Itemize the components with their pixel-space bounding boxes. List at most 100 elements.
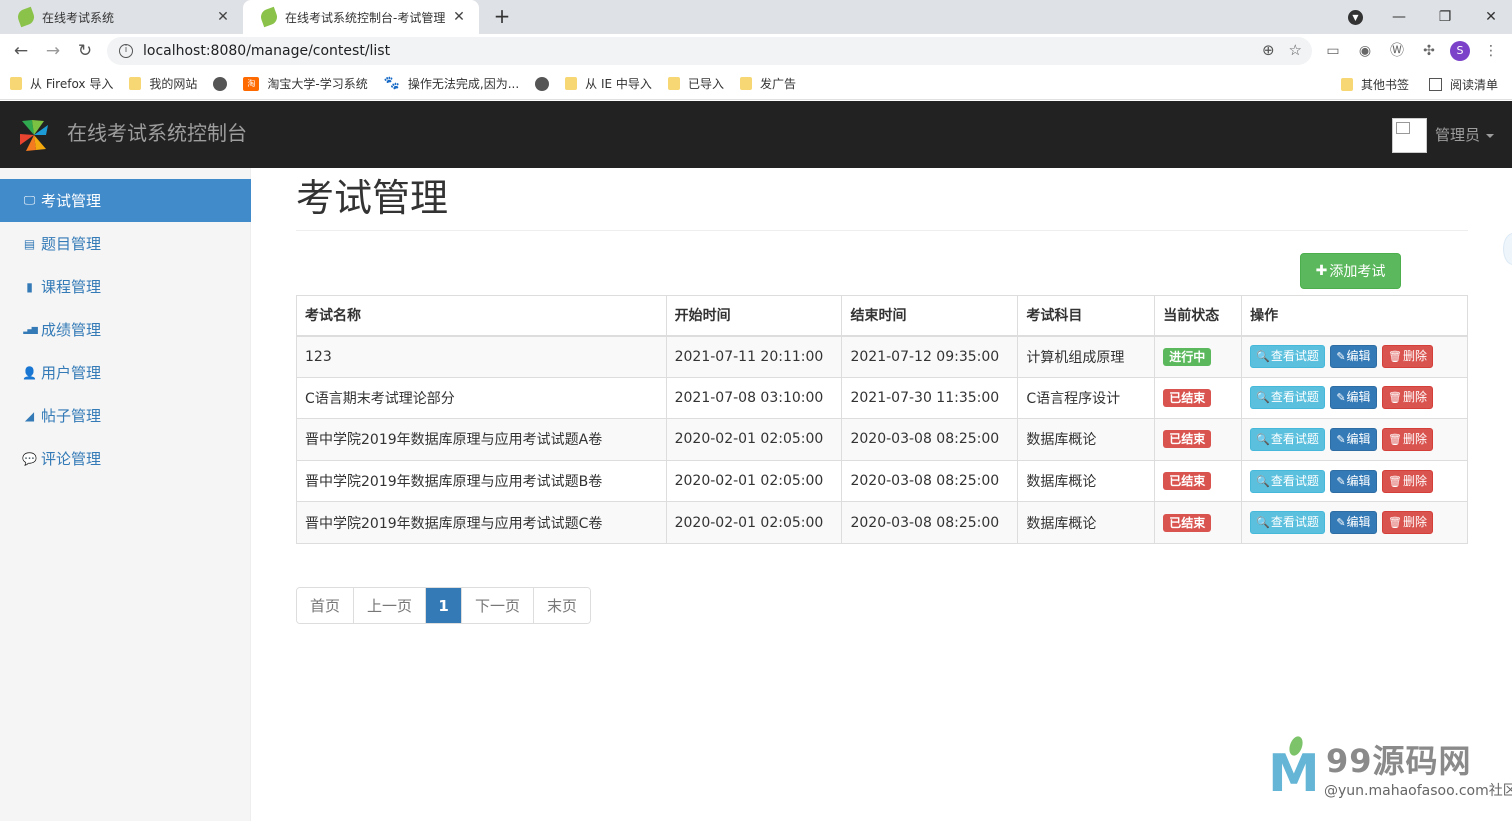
bookmark-item[interactable]: 淘淘宝大学-学习系统 [243, 75, 368, 92]
browser-tab-1[interactable]: 在线考试系统 ✕ [0, 0, 243, 34]
bookmark-item[interactable]: 从 Firefox 导入 [10, 75, 113, 92]
cell-subject: 数据库概论 [1017, 459, 1156, 503]
watermark-subtitle: @yun.mahaofasoo.com社区 [1324, 783, 1512, 799]
folder-icon [129, 77, 142, 90]
cell-start: 2021-07-11 20:11:00 [665, 335, 843, 378]
view-questions-button[interactable]: 🔍查看试题 [1250, 386, 1325, 410]
col-header-subject: 考试科目 [1017, 295, 1156, 337]
forward-icon[interactable]: → [37, 41, 69, 61]
maximize-icon[interactable]: ❐ [1422, 9, 1468, 25]
book-icon: ▮ [26, 279, 33, 294]
view-questions-button[interactable]: 🔍查看试题 [1250, 511, 1325, 535]
url-text: localhost:8080/manage/contest/list [143, 43, 391, 59]
w-extension-icon[interactable]: Ⓦ [1386, 40, 1408, 62]
delete-button[interactable]: 🗑删除 [1382, 427, 1433, 451]
delete-button[interactable]: 🗑删除 [1382, 386, 1433, 410]
sidebar-item-users[interactable]: 👤 用户管理 [0, 351, 251, 394]
search-icon: 🔍 [1256, 474, 1270, 488]
menu-icon[interactable]: ⋮ [1480, 40, 1502, 62]
minimize-icon[interactable]: — [1376, 9, 1422, 25]
cell-subject: 数据库概论 [1017, 418, 1156, 461]
bookmark-item[interactable]: 发广告 [739, 75, 796, 92]
edit-button[interactable]: ✎编辑 [1330, 345, 1377, 369]
profile-avatar[interactable]: S [1450, 41, 1470, 61]
cell-end: 2021-07-12 09:35:00 [841, 335, 1019, 378]
edit-button[interactable]: ✎编辑 [1330, 511, 1377, 535]
view-questions-button[interactable]: 🔍查看试题 [1250, 427, 1325, 451]
page-current-button[interactable]: 1 [426, 588, 463, 623]
sidebar-item-posts[interactable]: ◢ 帖子管理 [0, 394, 251, 437]
bookmark-item[interactable]: 🐾 操作无法完成,因为... [384, 75, 519, 92]
other-bookmarks[interactable]: 其他书签 [1340, 76, 1409, 93]
close-tab-icon[interactable]: ✕ [215, 9, 231, 25]
view-questions-button[interactable]: 🔍查看试题 [1250, 469, 1325, 493]
star-icon[interactable]: ☆ [1289, 41, 1302, 59]
search-icon: 🔍 [1256, 516, 1270, 530]
user-avatar[interactable] [1392, 118, 1427, 153]
status-badge: 已结束 [1163, 388, 1212, 407]
delete-button[interactable]: 🗑删除 [1382, 345, 1433, 369]
bookmark-item[interactable] [213, 76, 228, 91]
cell-name: C语言期末考试理论部分 [296, 376, 667, 420]
page-prev-button[interactable]: 上一页 [354, 588, 427, 623]
sidebar-item-comments[interactable]: 💬 评论管理 [0, 437, 251, 480]
signal-icon: ▂▄▆ [23, 325, 37, 334]
edit-icon: ✎ [1336, 432, 1346, 446]
table-body: 123 2021-07-11 20:11:00 2021-07-12 09:35:0… [296, 335, 1468, 544]
search-icon: 🔍 [1256, 350, 1270, 364]
page-header: 考试管理 [296, 174, 1468, 231]
url-bar[interactable]: i localhost:8080/manage/contest/list ⊕ ☆ [107, 37, 1312, 65]
folder-icon [1340, 77, 1353, 91]
plus-icon: ✚ [1315, 263, 1328, 279]
new-tab-icon[interactable]: + [490, 5, 514, 29]
contest-table: 考试名称 开始时间 结束时间 考试科目 当前状态 操作 123 2021-07-1… [296, 295, 1468, 544]
user-icon: 👤 [22, 365, 37, 380]
reading-list[interactable]: 阅读清单 [1428, 76, 1498, 93]
cell-end: 2020-03-08 08:25:00 [841, 501, 1019, 544]
close-window-icon[interactable]: ✕ [1468, 9, 1512, 25]
add-contest-button[interactable]: ✚ 添加考试 [1300, 253, 1401, 289]
user-menu[interactable]: 管理员 [1435, 124, 1495, 145]
cell-status: 进行中 [1154, 335, 1243, 378]
delete-button[interactable]: 🗑删除 [1382, 511, 1433, 535]
cell-start: 2021-07-08 03:10:00 [665, 376, 843, 420]
edit-icon: ✎ [1336, 350, 1346, 364]
close-tab-icon[interactable]: ✕ [451, 9, 467, 25]
cell-actions: 🔍查看试题 ✎编辑 🗑删除 [1241, 335, 1468, 378]
address-toolbar: ← → ↻ i localhost:8080/manage/contest/li… [0, 34, 1512, 68]
sidebar-item-grades[interactable]: ▂▄▆ 成绩管理 [0, 308, 251, 351]
table-row: 晋中学院2019年数据库原理与应用考试试题C卷 2020-02-01 02:05:… [296, 501, 1468, 544]
bookmark-item[interactable]: 已导入 [667, 75, 724, 92]
comment-icon: 💬 [22, 451, 37, 466]
brand-title[interactable]: 在线考试系统控制台 [67, 117, 247, 146]
delete-button[interactable]: 🗑删除 [1382, 469, 1433, 493]
info-icon[interactable]: i [119, 44, 133, 58]
edit-button[interactable]: ✎编辑 [1330, 427, 1377, 451]
camera-icon[interactable]: ◉ [1354, 40, 1376, 62]
bookmark-item[interactable]: 我的网站 [129, 75, 197, 92]
page-next-button[interactable]: 下一页 [462, 588, 535, 623]
sidebar-item-contest[interactable]: 🖵 考试管理 [0, 179, 251, 222]
edit-button[interactable]: ✎编辑 [1330, 469, 1377, 493]
bookmark-item[interactable] [535, 76, 550, 91]
view-questions-button[interactable]: 🔍查看试题 [1250, 345, 1325, 369]
bookmark-item[interactable]: 从 IE 中导入 [565, 75, 652, 92]
sidebar-item-courses[interactable]: ▮ 课程管理 [0, 265, 251, 308]
page-first-button[interactable]: 首页 [297, 588, 355, 623]
browser-tab-2[interactable]: 在线考试系统控制台-考试管理 ✕ [243, 0, 479, 34]
reload-icon[interactable]: ↻ [69, 41, 101, 61]
edit-button[interactable]: ✎编辑 [1330, 386, 1377, 410]
puzzle-icon[interactable]: ✣ [1418, 40, 1440, 62]
sidebar-item-questions[interactable]: ▤ 题目管理 [0, 222, 251, 265]
list-alt-icon: ▤ [23, 236, 36, 251]
page-last-button[interactable]: 末页 [534, 588, 591, 623]
cell-end: 2020-03-08 08:25:00 [841, 418, 1019, 461]
extension-icon[interactable]: ▭ [1322, 40, 1344, 62]
watermark-logo-icon: M [1268, 744, 1320, 804]
tab-search-icon[interactable]: ▼ [1348, 10, 1363, 25]
back-icon[interactable]: ← [5, 41, 37, 61]
cell-name: 晋中学院2019年数据库原理与应用考试试题A卷 [296, 418, 667, 461]
zoom-icon[interactable]: ⊕ [1262, 41, 1275, 59]
baidu-paw-icon: 🐾 [383, 76, 400, 91]
cell-status: 已结束 [1154, 376, 1243, 420]
